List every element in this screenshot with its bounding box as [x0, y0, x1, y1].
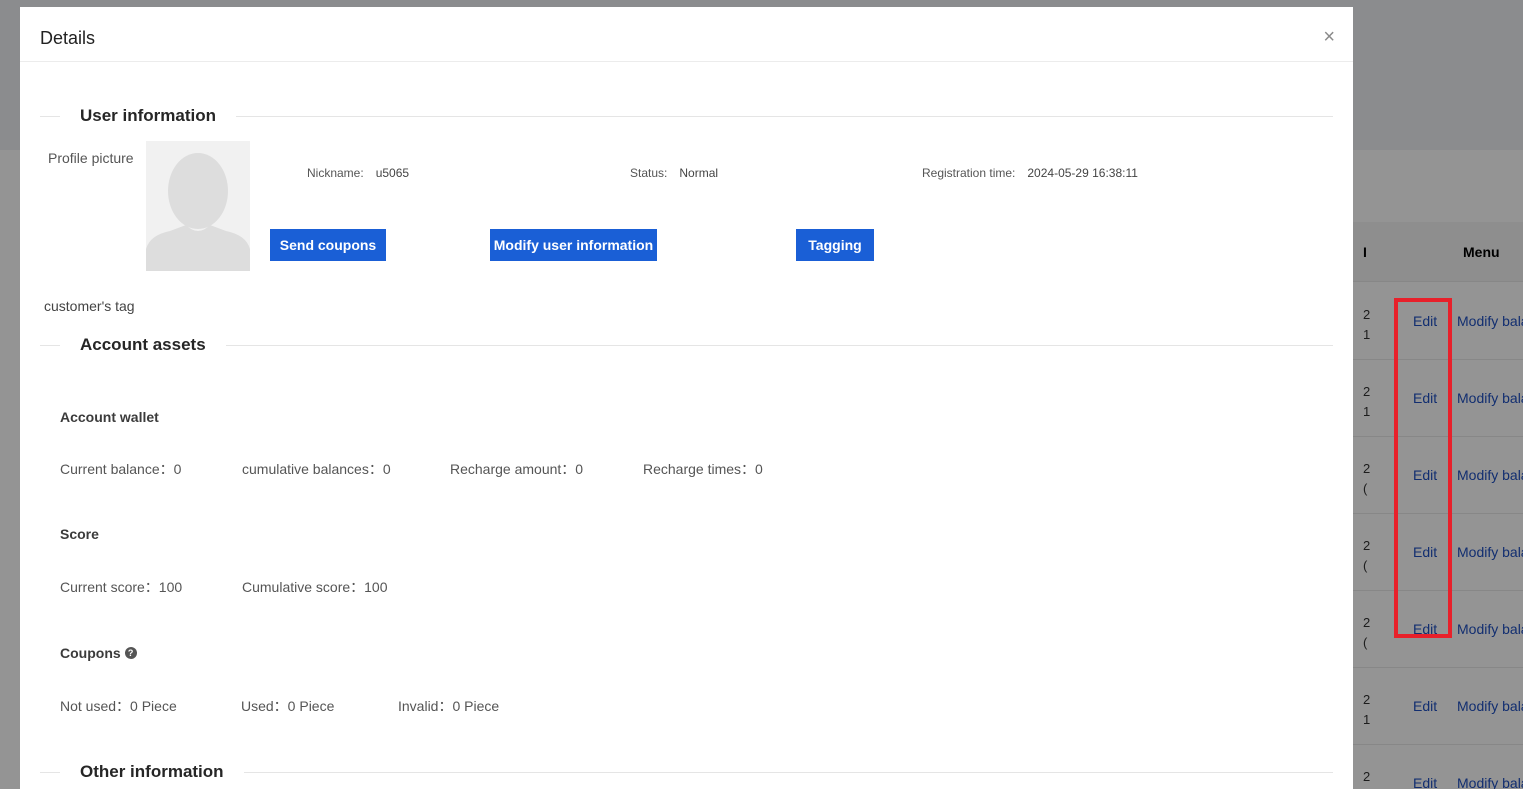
close-icon[interactable]: × [1323, 27, 1335, 47]
send-coupons-button[interactable]: Send coupons [270, 229, 386, 261]
highlight-annotation-box [1394, 298, 1452, 638]
coupons-title-text: Coupons [60, 645, 121, 661]
modal-title: Details [40, 28, 96, 48]
score-title: Score [60, 526, 99, 542]
details-modal: Details × User information Profile pictu… [20, 7, 1353, 789]
cumulative-balances: cumulative balances：0 [242, 461, 391, 477]
modify-user-information-button[interactable]: Modify user information [490, 229, 657, 261]
registration-time-field: Registration time: 2024-05-29 16:38:11 [922, 166, 1138, 180]
coupons-not-used: Not used：0 Piece [60, 698, 177, 714]
avatar [146, 141, 250, 271]
registration-time-value: 2024-05-29 16:38:11 [1027, 166, 1138, 180]
current-score: Current score：100 [60, 579, 183, 595]
coupons-used: Used：0 Piece [241, 698, 335, 714]
section-title-account-assets: Account assets [60, 335, 226, 355]
nickname-label: Nickname: [307, 166, 364, 180]
section-divider [40, 345, 1333, 346]
nickname-field: Nickname: u5065 [307, 166, 409, 180]
coupons-title: Coupons? [60, 645, 137, 661]
customer-tag-label: customer's tag [44, 298, 135, 314]
cumulative-score: Cumulative score：100 [242, 579, 388, 595]
tagging-button[interactable]: Tagging [796, 229, 874, 261]
status-label: Status: [630, 166, 668, 180]
avatar-placeholder-icon [146, 141, 250, 271]
recharge-amount: Recharge amount：0 [450, 461, 584, 477]
profile-picture-label: Profile picture [48, 150, 134, 166]
help-icon[interactable]: ? [124, 647, 137, 659]
current-balance: Current balance：0 [60, 461, 182, 477]
registration-time-label: Registration time: [922, 166, 1016, 180]
section-title-other-information: Other information [60, 762, 244, 782]
status-field: Status: Normal [630, 166, 718, 180]
section-title-user-information: User information [60, 106, 237, 126]
account-wallet-title: Account wallet [60, 409, 159, 425]
status-value: Normal [679, 166, 719, 180]
nickname-value: u5065 [375, 166, 410, 180]
recharge-times: Recharge times：0 [643, 461, 763, 477]
modal-header: Details × [20, 7, 1353, 62]
coupons-invalid: Invalid：0 Piece [398, 698, 500, 714]
